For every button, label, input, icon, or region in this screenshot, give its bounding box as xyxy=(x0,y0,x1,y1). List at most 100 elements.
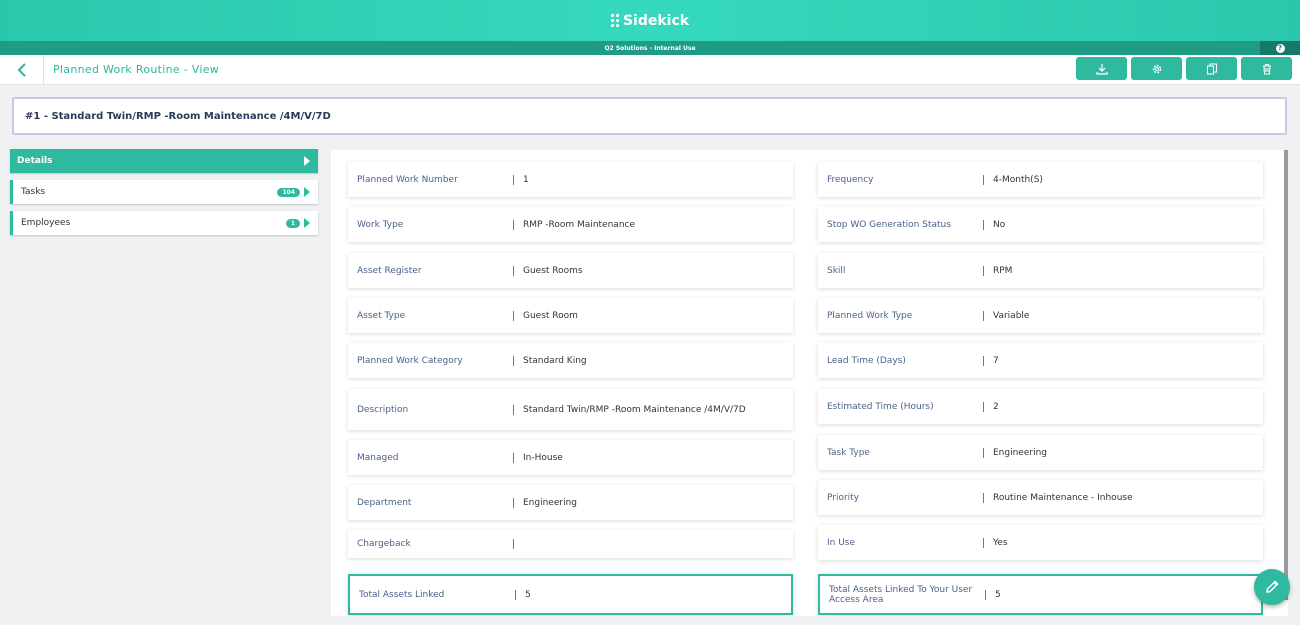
field-label: Total Assets Linked To Your User Access … xyxy=(829,584,973,605)
help-icon: ? xyxy=(1275,43,1285,53)
trash-icon xyxy=(1262,63,1271,75)
detail-field: Chargeback xyxy=(348,530,793,558)
detail-field: Stop WO Generation Status No xyxy=(818,207,1263,242)
detail-field: Asset Type Guest Room xyxy=(348,298,793,333)
detail-field: Lead Time (Days) 7 xyxy=(818,343,1263,378)
caret-right-icon xyxy=(304,156,310,166)
download-button[interactable] xyxy=(1076,57,1127,80)
detail-field: Managed In-House xyxy=(348,440,793,475)
field-value: In-House xyxy=(523,452,563,463)
app-logo[interactable]: Sidekick xyxy=(610,12,690,29)
help-button[interactable]: ? xyxy=(1260,41,1300,55)
field-value: Standard King xyxy=(523,355,587,366)
field-divider xyxy=(513,497,514,508)
detail-field: Total Assets Linked 5 xyxy=(348,574,793,615)
back-button[interactable] xyxy=(0,54,44,85)
page-title: Planned Work Routine - View xyxy=(53,63,220,76)
field-label: Estimated Time (Hours) xyxy=(827,401,934,412)
detail-field: Total Assets Linked To Your User Access … xyxy=(818,574,1263,615)
detail-field: Estimated Time (Hours) 2 xyxy=(818,389,1263,424)
field-value: 1 xyxy=(523,174,529,185)
field-value: 4-Month(S) xyxy=(993,174,1043,185)
field-value: 2 xyxy=(993,401,999,412)
settings-button[interactable] xyxy=(1131,57,1182,80)
details-panel: Planned Work Number 1 Work Type RMP -Room M… xyxy=(331,150,1288,616)
detail-field: Asset Register Guest Rooms xyxy=(348,253,793,288)
detail-field: Planned Work Category Standard King xyxy=(348,343,793,378)
field-divider xyxy=(513,404,514,415)
field-divider xyxy=(983,537,984,548)
field-label: In Use xyxy=(827,537,856,548)
field-value: RMP -Room Maintenance xyxy=(523,219,636,230)
field-label: Priority xyxy=(827,492,860,503)
field-label: Total Assets Linked xyxy=(359,589,445,600)
caret-right-icon xyxy=(304,218,310,228)
field-divider xyxy=(983,219,984,230)
field-value: No xyxy=(993,219,1006,230)
detail-field: Work Type RMP -Room Maintenance xyxy=(348,207,793,242)
nav-item-label: Tasks xyxy=(21,187,46,197)
chevron-left-icon xyxy=(17,62,26,77)
field-value: 5 xyxy=(525,589,531,600)
detail-field: Skill RPM xyxy=(818,253,1263,288)
field-divider xyxy=(513,219,514,230)
field-value: Yes xyxy=(993,537,1008,548)
field-divider xyxy=(983,492,984,503)
edit-button[interactable] xyxy=(1254,569,1290,605)
copy-button[interactable] xyxy=(1186,57,1237,80)
field-label: Managed xyxy=(357,452,399,463)
field-divider xyxy=(983,447,984,458)
field-value: 7 xyxy=(993,355,999,366)
gear-icon xyxy=(1152,64,1161,73)
field-divider xyxy=(983,355,984,366)
field-divider xyxy=(983,310,984,321)
app-name: Sidekick xyxy=(622,12,690,29)
detail-field: Priority Routine Maintenance - Inhouse xyxy=(818,480,1263,515)
field-label: Planned Work Type xyxy=(827,310,913,321)
delete-button[interactable] xyxy=(1241,57,1292,80)
detail-field: In Use Yes xyxy=(818,525,1263,560)
nav-item-tasks[interactable]: Tasks 104 xyxy=(10,180,318,204)
count-badge: 104 xyxy=(277,187,300,197)
field-value: Engineering xyxy=(993,447,1047,458)
scrollbar[interactable] xyxy=(1284,150,1288,600)
field-divider xyxy=(515,589,516,600)
section-nav: Details Tasks 104 Employees 1 xyxy=(10,149,318,242)
detail-field: Task Type Engineering xyxy=(818,435,1263,470)
field-divider xyxy=(513,452,514,463)
field-divider xyxy=(983,174,984,185)
pencil-icon xyxy=(1266,580,1279,593)
field-label: Planned Work Number xyxy=(357,174,458,185)
field-divider xyxy=(985,589,986,600)
field-label: Skill xyxy=(827,265,846,276)
detail-field: Department Engineering xyxy=(348,485,793,520)
field-value: RPM xyxy=(993,265,1013,276)
nav-item-label: Details xyxy=(17,156,53,166)
field-value: Variable xyxy=(993,310,1030,321)
caret-right-icon xyxy=(304,187,310,197)
nav-item-details[interactable]: Details xyxy=(10,149,318,173)
field-label: Lead Time (Days) xyxy=(827,355,906,366)
copy-icon xyxy=(1206,62,1217,75)
nav-item-employees[interactable]: Employees 1 xyxy=(10,211,318,235)
field-value: Engineering xyxy=(523,497,577,508)
field-divider xyxy=(513,539,514,549)
environment-label: Q2 Solutions - Internal Use xyxy=(604,44,696,52)
field-label: Planned Work Category xyxy=(357,355,463,366)
field-label: Chargeback xyxy=(357,539,411,549)
field-divider xyxy=(513,355,514,366)
detail-field: Description Standard Twin/RMP -Room Maint… xyxy=(348,389,793,430)
field-label: Asset Register xyxy=(357,265,422,276)
field-label: Asset Type xyxy=(357,310,406,321)
field-label: Work Type xyxy=(357,219,404,230)
field-label: Frequency xyxy=(827,174,874,185)
detail-field: Planned Work Type Variable xyxy=(818,298,1263,333)
field-label: Stop WO Generation Status xyxy=(827,219,951,230)
record-title: #1 - Standard Twin/RMP -Room Maintenance… xyxy=(25,110,331,122)
field-value: Guest Rooms xyxy=(523,265,583,276)
environment-bar: Q2 Solutions - Internal Use ? xyxy=(0,41,1300,55)
page-toolbar: Planned Work Routine - View xyxy=(0,54,1300,85)
detail-field: Frequency 4-Month(S) xyxy=(818,162,1263,197)
field-divider xyxy=(983,265,984,276)
field-label: Department xyxy=(357,497,412,508)
